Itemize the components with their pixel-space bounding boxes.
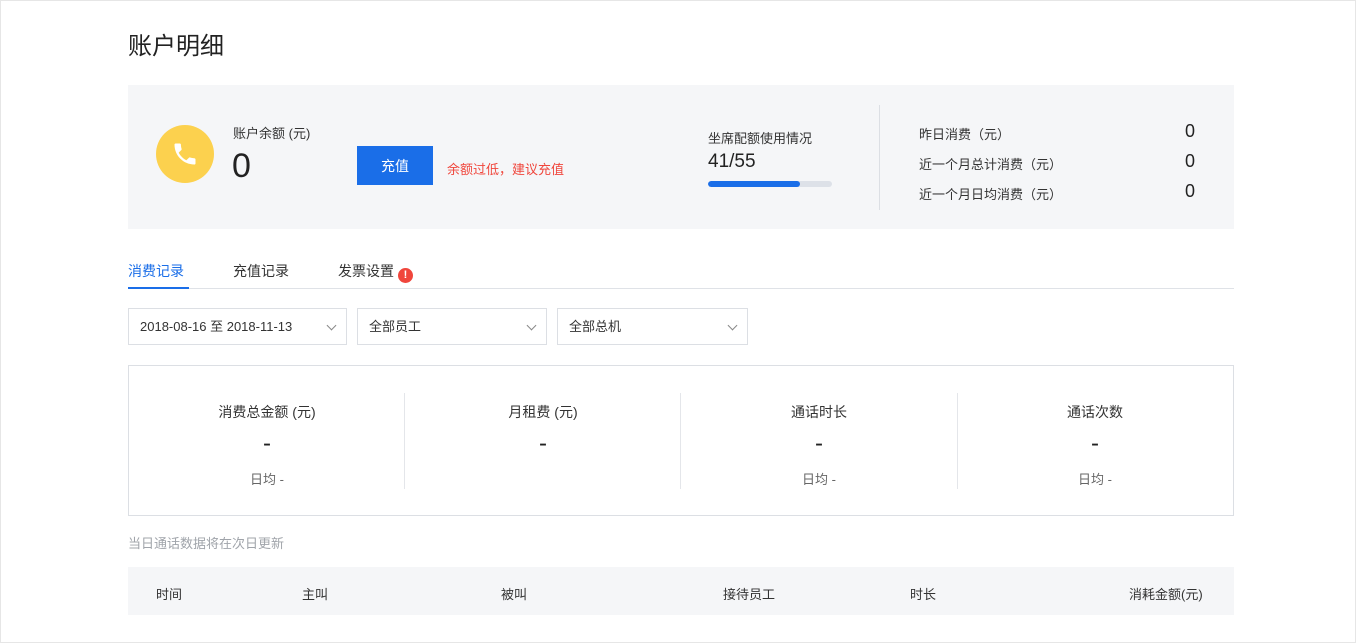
quota-label: 坐席配额使用情况 <box>708 131 813 146</box>
metric-call-count: 通话次数 - 日均 - <box>957 366 1233 515</box>
stat-value: 0 <box>1184 181 1195 201</box>
metric-label: 月租费 (元) <box>508 404 578 420</box>
column-header-time: 时间 <box>156 587 183 602</box>
stat-yesterday: 昨日消费（元） 0 <box>919 121 1195 143</box>
employee-select-value: 全部员工 <box>369 319 422 334</box>
metric-call-duration: 通话时长 - 日均 - <box>681 366 957 515</box>
stat-label: 近一个月日均消费（元） <box>919 187 1063 202</box>
column-header-amount: 消耗金额(元) <box>1129 587 1203 602</box>
line-select-value: 全部总机 <box>569 319 622 334</box>
date-range-value: 2018-08-16 至 2018-11-13 <box>140 319 293 334</box>
active-tab-indicator <box>128 287 189 289</box>
records-table-header: 时间 主叫 被叫 接待员工 时长 消耗金额(元) <box>128 567 1234 615</box>
data-update-note: 当日通话数据将在次日更新 <box>128 536 285 551</box>
quota-progress-bar <box>708 181 832 187</box>
stat-value: 0 <box>1184 121 1195 141</box>
tab-invoice-label: 发票设置 <box>338 263 394 279</box>
record-tabs: 消费记录 充值记录 发票设置! <box>128 258 1234 289</box>
metric-daily-average: 日均 - <box>250 472 284 487</box>
balance-label: 账户余额 (元) <box>233 126 311 141</box>
tab-invoice-settings[interactable]: 发票设置! <box>338 261 413 283</box>
low-balance-warning: 余额过低，建议充值 <box>447 162 565 177</box>
employee-select[interactable]: 全部员工 <box>357 308 547 345</box>
metric-label: 通话次数 <box>1067 404 1123 420</box>
tab-recharge-records[interactable]: 充值记录 <box>233 261 289 281</box>
account-summary-panel: 账户余额 (元) 0 充值 余额过低，建议充值 坐席配额使用情况 41/55 昨… <box>128 85 1234 229</box>
metric-value: - <box>1091 430 1099 457</box>
phone-icon <box>156 125 214 183</box>
summary-divider <box>879 105 880 210</box>
stat-month-total: 近一个月总计消费（元） 0 <box>919 151 1195 173</box>
tab-consumption-records[interactable]: 消费记录 <box>128 261 184 281</box>
chevron-down-icon <box>727 320 738 331</box>
metric-daily-average: 日均 - <box>802 472 836 487</box>
column-header-callee: 被叫 <box>501 587 528 602</box>
stat-label: 近一个月总计消费（元） <box>919 157 1063 172</box>
chevron-down-icon <box>326 320 337 331</box>
metric-total-amount: 消费总金额 (元) - 日均 - <box>129 366 405 515</box>
column-header-employee: 接待员工 <box>723 587 776 602</box>
metric-value: - <box>815 430 823 457</box>
page-title: 账户明细 <box>128 33 224 60</box>
metric-label: 通话时长 <box>791 404 847 420</box>
metric-value: - <box>539 430 547 457</box>
stat-month-daily-avg: 近一个月日均消费（元） 0 <box>919 181 1195 203</box>
metric-daily-average: 日均 - <box>1078 472 1112 487</box>
stat-label: 昨日消费（元） <box>919 127 1011 142</box>
metric-monthly-rent: 月租费 (元) - <box>405 366 681 515</box>
stat-value: 0 <box>1184 151 1195 171</box>
line-select[interactable]: 全部总机 <box>557 308 748 345</box>
chevron-down-icon <box>526 320 537 331</box>
date-range-picker[interactable]: 2018-08-16 至 2018-11-13 <box>128 308 347 345</box>
alert-icon: ! <box>398 268 413 283</box>
quota-progress-fill <box>708 181 801 187</box>
balance-value: 0 <box>232 147 251 185</box>
column-header-caller: 主叫 <box>302 587 329 602</box>
metric-label: 消费总金额 (元) <box>218 404 316 420</box>
metric-value: - <box>263 430 271 457</box>
metrics-panel: 消费总金额 (元) - 日均 - 月租费 (元) - 通话时长 - 日均 - 通… <box>128 365 1234 516</box>
quota-value: 41/55 <box>708 151 756 172</box>
recharge-button[interactable]: 充值 <box>357 146 433 185</box>
column-header-duration: 时长 <box>910 587 937 602</box>
